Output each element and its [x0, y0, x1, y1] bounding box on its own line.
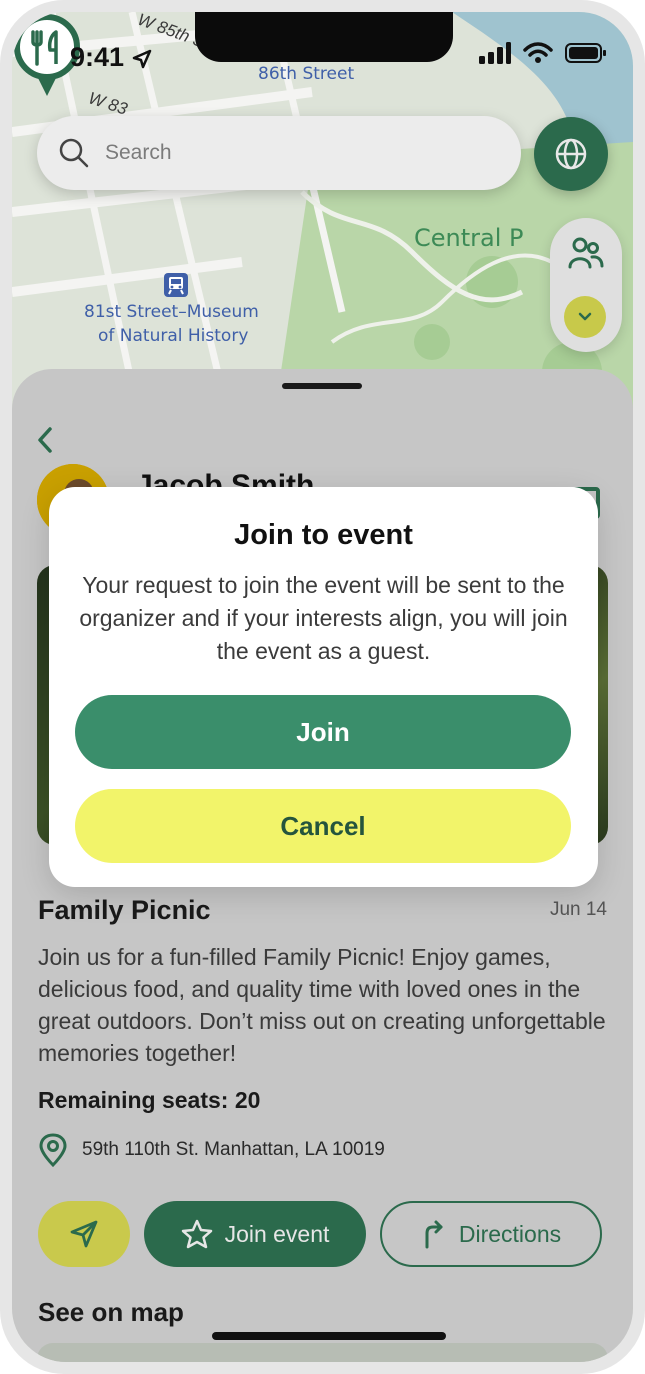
chevron-down-icon	[578, 312, 592, 321]
status-icons	[479, 42, 607, 64]
address-text: 59th 110th St. Manhattan, LA 10019	[82, 1139, 385, 1160]
home-indicator[interactable]	[212, 1332, 446, 1340]
event-title: Family Picnic	[38, 895, 211, 925]
location-pin-icon	[39, 1133, 67, 1167]
directions-button[interactable]: Directions	[380, 1201, 602, 1267]
event-date: Jun 14	[549, 899, 607, 920]
directions-label: Directions	[458, 1220, 562, 1247]
mini-map[interactable]	[37, 1343, 608, 1362]
see-on-map-heading: See on map	[38, 1297, 184, 1327]
museum-station-label-line2: of Natural History	[98, 326, 249, 346]
event-address: 59th 110th St. Manhattan, LA 10019	[38, 1133, 385, 1167]
status-time-text: 9:41	[70, 42, 125, 72]
search-icon	[59, 138, 89, 168]
map-side-controls	[550, 218, 622, 352]
cancel-button[interactable]: Cancel	[75, 789, 571, 863]
share-button[interactable]	[38, 1201, 130, 1267]
dialog-message: Your request to join the event will be s…	[79, 572, 568, 664]
globe-icon	[555, 138, 587, 170]
join-event-dialog: Join to event Your request to join the e…	[49, 487, 598, 887]
metro-icon	[164, 273, 188, 297]
join-event-button[interactable]: Join event	[144, 1201, 366, 1267]
museum-station-label: 81st Street–Museum	[84, 302, 259, 322]
search-placeholder: Search	[105, 141, 172, 164]
battery-icon	[565, 43, 606, 63]
join-event-label: Join event	[224, 1220, 330, 1247]
event-description: Join us for a fun-filled Family Picnic! …	[38, 944, 606, 1066]
remaining-seats: Remaining seats: 20	[38, 1087, 261, 1113]
join-button[interactable]: Join	[75, 695, 571, 769]
search-bar[interactable]: Search	[37, 116, 521, 190]
send-icon	[70, 1220, 98, 1248]
globe-button[interactable]	[534, 117, 608, 191]
signal-icon	[479, 42, 511, 64]
dialog-title: Join to event	[234, 519, 413, 551]
star-icon	[181, 1219, 212, 1249]
phone-frame: W 85th St 86th Street W 83 81st Street–M…	[0, 0, 645, 1374]
location-arrow-icon	[132, 49, 151, 69]
wifi-icon	[523, 42, 553, 63]
device-notch	[195, 12, 453, 62]
sheet-grabber[interactable]	[282, 383, 362, 389]
park-label: Central P	[414, 224, 524, 252]
people-icon[interactable]	[568, 236, 604, 270]
expand-controls-button[interactable]	[564, 296, 606, 338]
station-label-86th: 86th Street	[258, 64, 355, 84]
status-time: 9:41	[70, 42, 152, 73]
action-buttons: Join event Directions	[38, 1201, 602, 1267]
chevron-left-icon[interactable]	[36, 425, 54, 455]
directions-icon	[425, 1220, 443, 1249]
